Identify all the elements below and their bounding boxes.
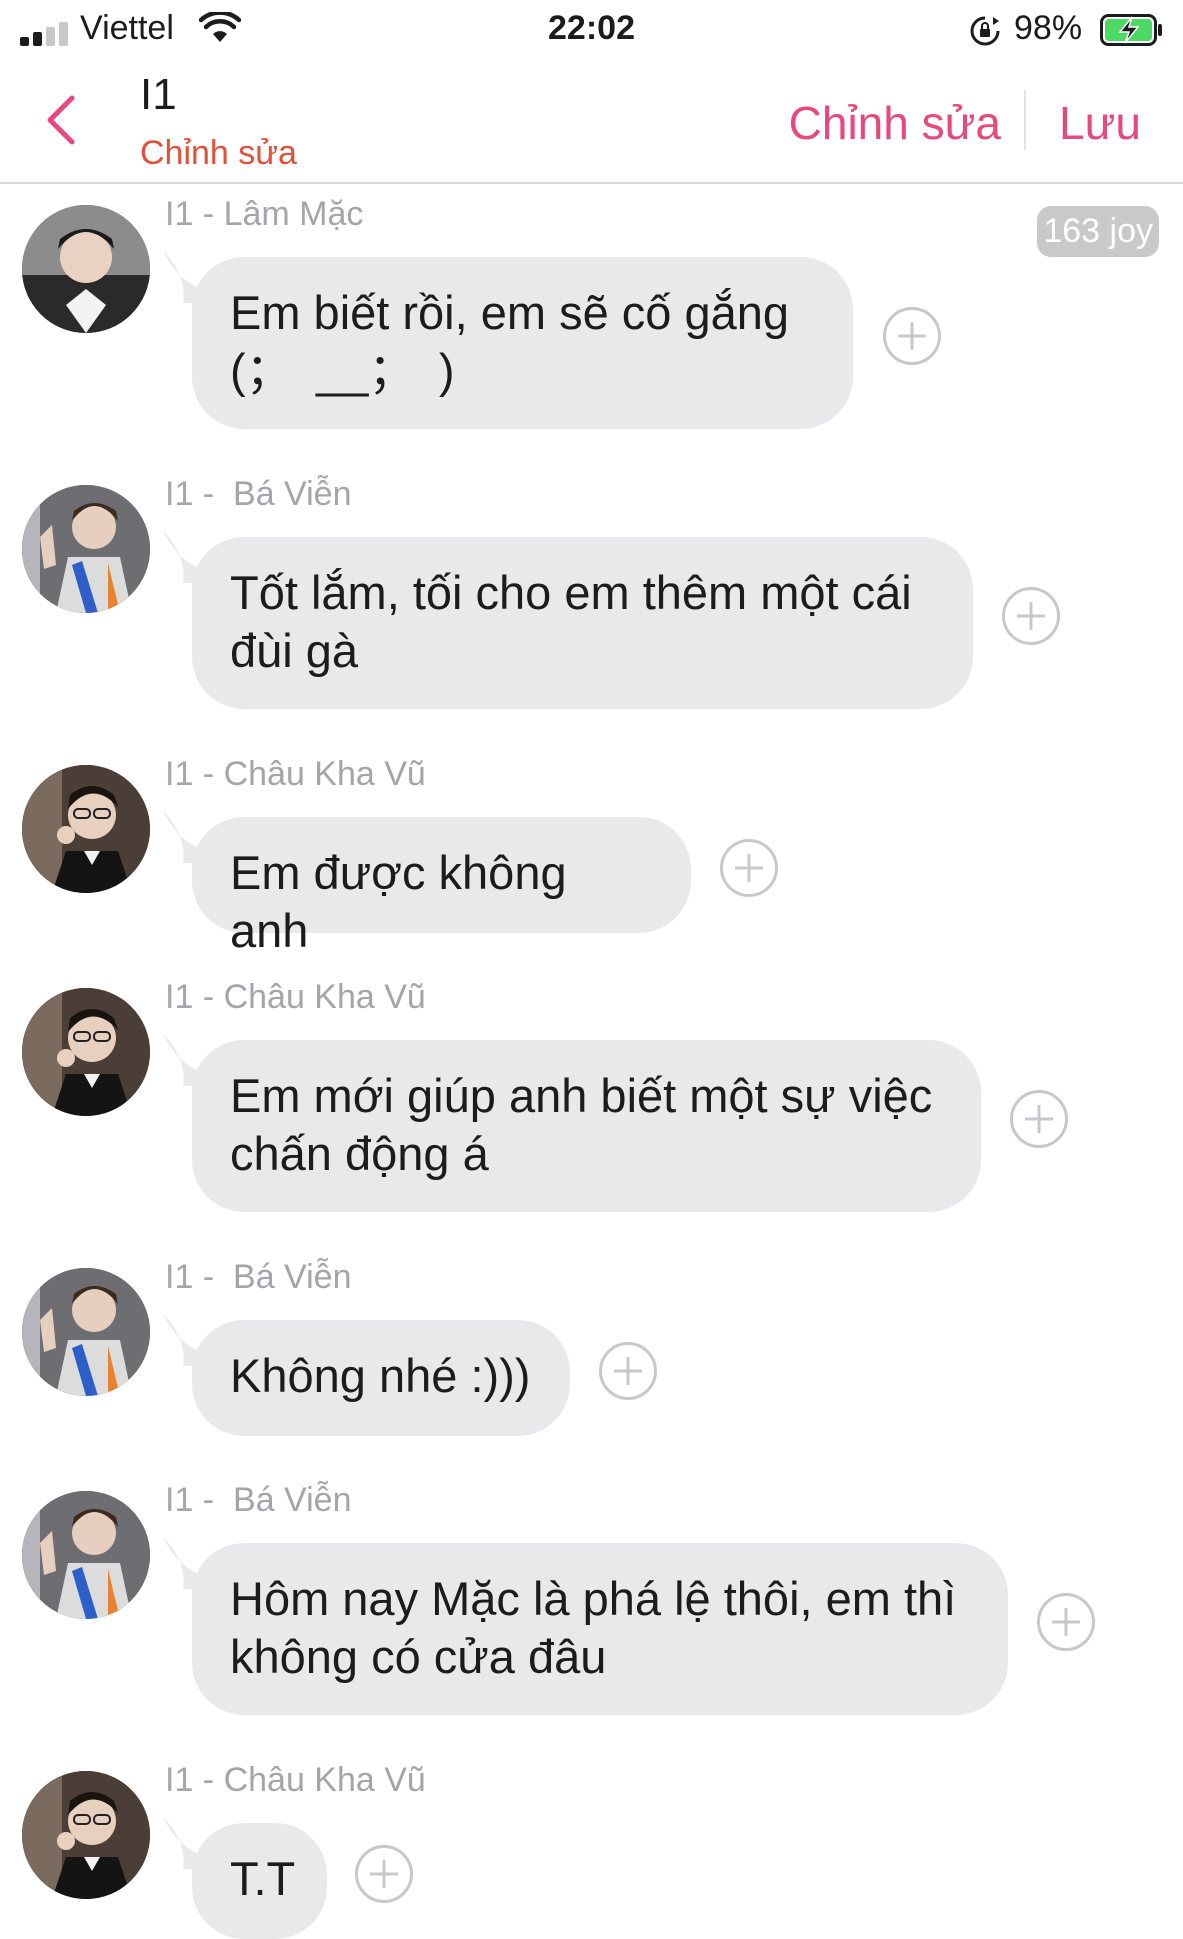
rotation-lock-icon: [970, 16, 1000, 46]
battery-percent: 98%: [1014, 9, 1083, 47]
add-reaction-icon[interactable]: [599, 1342, 657, 1400]
back-chevron-icon[interactable]: [42, 94, 82, 146]
nav-bar: I1 Chỉnh sửa Chỉnh sửa Lưu: [0, 60, 1183, 184]
avatar-chau-kha-vu[interactable]: [22, 765, 150, 893]
avatar-lam-mac[interactable]: [22, 205, 150, 333]
sender-name: I1 - Bá Viễn: [165, 475, 352, 513]
avatar-ba-vien[interactable]: [22, 485, 150, 613]
chat-subtitle[interactable]: Chỉnh sửa: [140, 134, 297, 173]
add-reaction-icon[interactable]: [720, 839, 778, 897]
avatar-ba-vien[interactable]: [22, 1491, 150, 1619]
message-bubble[interactable]: Em mới giúp anh biết một sự việc chấn độ…: [192, 1040, 981, 1212]
edit-button[interactable]: Chỉnh sửa: [789, 96, 1001, 150]
sender-name: I1 - Châu Kha Vũ: [165, 755, 426, 793]
add-reaction-icon[interactable]: [1002, 587, 1060, 645]
joy-badge: 163 joy: [1037, 206, 1159, 257]
sender-name: I1 - Châu Kha Vũ: [165, 978, 426, 1016]
sender-name: I1 - Bá Viễn: [165, 1258, 352, 1296]
sender-name: I1 - Bá Viễn: [165, 1481, 352, 1519]
nav-divider: [1024, 90, 1026, 150]
message-bubble[interactable]: Hôm nay Mặc là phá lệ thôi, em thì không…: [192, 1543, 1008, 1715]
status-bar: Viettel 22:02 98%: [0, 0, 1183, 60]
avatar-chau-kha-vu[interactable]: [22, 1771, 150, 1899]
add-reaction-icon[interactable]: [1010, 1090, 1068, 1148]
sender-name: I1 - Châu Kha Vũ: [165, 1761, 426, 1799]
message-bubble[interactable]: Em được không anh: [192, 817, 691, 957]
message-bubble[interactable]: Em biết rồi, em sẽ cố gắng (； __； ): [192, 257, 853, 429]
add-reaction-icon[interactable]: [883, 307, 941, 365]
chat-title: I1: [140, 70, 177, 119]
add-reaction-icon[interactable]: [1037, 1593, 1095, 1651]
save-button[interactable]: Lưu: [1059, 96, 1141, 150]
avatar-ba-vien[interactable]: [22, 1268, 150, 1396]
message-bubble[interactable]: Tốt lắm, tối cho em thêm một cái đùi gà: [192, 537, 973, 709]
status-time: 22:02: [548, 9, 635, 47]
message-bubble[interactable]: Không nhé :))): [192, 1320, 570, 1436]
sender-name: I1 - Lâm Mặc: [165, 195, 364, 233]
message-bubble[interactable]: T.T: [192, 1823, 327, 1939]
add-reaction-icon[interactable]: [355, 1845, 413, 1903]
battery-charging-icon: [1100, 14, 1162, 46]
avatar-chau-kha-vu[interactable]: [22, 988, 150, 1116]
